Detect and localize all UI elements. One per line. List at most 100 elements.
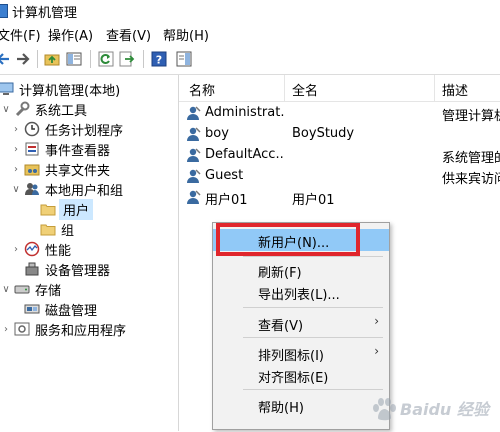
tree-item-label: 本地用户和组 (45, 183, 124, 199)
tree-item-label: 组 (61, 223, 75, 239)
tree-item-shared-folders[interactable]: › 共享文件夹 (10, 159, 110, 179)
back-arrow-icon[interactable] (0, 50, 12, 68)
tree-item-system-tools[interactable]: ∨ 系统工具 (0, 99, 87, 119)
forward-arrow-icon[interactable] (14, 50, 32, 68)
system-tools-icon (14, 101, 30, 117)
tree-item-label: 系统工具 (35, 103, 88, 119)
cell-name: Guest (205, 168, 244, 183)
chevron-right-icon[interactable]: › (10, 144, 22, 155)
tree-item-label: 存储 (35, 283, 62, 299)
menu-item-label: 排列图标(I) (258, 349, 324, 364)
chevron-down-icon[interactable]: ∨ (0, 104, 12, 115)
chevron-right-icon[interactable]: › (10, 124, 22, 135)
menu-bar: 文件(F) 操作(A) 查看(V) 帮助(H) (0, 22, 500, 44)
window-title: 计算机管理 (12, 6, 78, 21)
context-menu-help[interactable]: 帮助(H) (213, 394, 389, 416)
cell-description: 系统管理的 (442, 151, 500, 166)
tree-item-label: 事件查看器 (45, 143, 111, 159)
chevron-right-icon[interactable]: › (10, 164, 22, 175)
chevron-right-icon[interactable]: › (0, 324, 12, 335)
folder-icon (40, 201, 56, 217)
performance-icon (24, 241, 40, 257)
table-row[interactable]: boy BoyStudy (179, 124, 500, 145)
column-divider[interactable] (434, 75, 435, 101)
table-row[interactable]: 用户01 用户01 (179, 187, 500, 208)
context-menu-view[interactable]: 查看(V) › (213, 312, 389, 334)
context-menu-export-list[interactable]: 导出列表(L)... (213, 281, 389, 303)
annotation-highlight-box (216, 223, 360, 256)
context-menu-refresh[interactable]: 刷新(F) (213, 259, 389, 281)
tree-item-groups[interactable]: 组 (26, 219, 74, 239)
cell-name: DefaultAcc... (205, 147, 285, 162)
table-row[interactable]: DefaultAcc... 系统管理的 (179, 145, 500, 166)
menu-view[interactable]: 查看(V) (106, 25, 151, 44)
menu-item-label: 查看(V) (258, 319, 304, 334)
context-menu-align-icons[interactable]: 对齐图标(E) (213, 364, 389, 386)
column-header-description[interactable]: 描述 (442, 80, 468, 99)
export-icon[interactable] (118, 50, 136, 68)
cell-name: 用户01 (205, 193, 248, 208)
toolbar-separator (90, 50, 91, 68)
user-icon (186, 147, 202, 163)
column-header-name[interactable]: 名称 (189, 80, 215, 99)
tree-item-label: 设备管理器 (45, 263, 111, 279)
tree-item-disk-management[interactable]: 磁盘管理 (10, 299, 97, 319)
menu-item-label: 帮助(H) (258, 401, 304, 416)
toolbar: ? (0, 44, 500, 75)
cell-name: boy (205, 126, 229, 141)
user-icon (186, 126, 202, 142)
tree-item-performance[interactable]: › 性能 (10, 239, 71, 259)
action-pane-icon[interactable] (175, 50, 193, 68)
computer-management-icon (0, 81, 14, 97)
tree-item-label: 磁盘管理 (45, 303, 98, 319)
up-folder-icon[interactable] (43, 50, 61, 68)
shared-folder-icon (24, 161, 40, 177)
menu-separator (243, 307, 383, 308)
menu-action[interactable]: 操作(A) (48, 25, 93, 44)
tree-item-local-users-groups[interactable]: ∨ 本地用户和组 (10, 179, 123, 199)
tree-item-label: 用户 (59, 198, 94, 220)
event-viewer-icon (24, 141, 40, 157)
column-divider[interactable] (284, 75, 285, 101)
svg-text:?: ? (156, 54, 162, 67)
cell-description: 供来宾访问 (442, 172, 500, 187)
tree-item-root[interactable]: 计算机管理(本地) (0, 79, 120, 99)
tree-item-storage[interactable]: ∨ 存储 (0, 279, 61, 299)
help-icon[interactable]: ? (150, 50, 168, 68)
submenu-arrow-icon: › (374, 344, 379, 358)
svg-text:Baidu 经验: Baidu 经验 (400, 400, 492, 419)
services-icon (14, 321, 30, 337)
chevron-down-icon[interactable]: ∨ (0, 284, 12, 295)
chevron-right-icon[interactable]: › (10, 244, 22, 255)
tree-item-label: 性能 (45, 243, 72, 259)
baidu-watermark-logo: Baidu 经验 (366, 388, 498, 428)
menu-file[interactable]: 文件(F) (0, 25, 41, 44)
tree-item-services-apps[interactable]: › 服务和应用程序 (0, 319, 126, 339)
table-row[interactable]: Administrat... 管理计算机 (179, 103, 500, 124)
tree-item-label: 服务和应用程序 (35, 323, 127, 339)
menu-item-label: 导出列表(L)... (258, 288, 340, 303)
context-menu-arrange-icons[interactable]: 排列图标(I) › (213, 342, 389, 364)
menu-help[interactable]: 帮助(H) (163, 25, 209, 44)
column-header-fullname[interactable]: 全名 (292, 80, 318, 99)
device-manager-icon (24, 261, 40, 277)
table-row[interactable]: Guest 供来宾访问 (179, 166, 500, 187)
cell-description: 管理计算机 (442, 109, 500, 124)
tree-item-task-scheduler[interactable]: › 任务计划程序 (10, 119, 123, 139)
menu-separator (243, 256, 383, 257)
menu-item-label: 对齐图标(E) (258, 371, 329, 386)
tree-item-device-manager[interactable]: 设备管理器 (10, 259, 110, 279)
refresh-icon[interactable] (97, 50, 115, 68)
tree-item-users[interactable]: 用户 (26, 198, 94, 220)
user-icon (186, 105, 202, 121)
navigation-tree: 计算机管理(本地) ∨ 系统工具 › 任务计划程序 › 事件查看器 › 共享文件… (0, 75, 179, 431)
chevron-down-icon[interactable]: ∨ (10, 184, 22, 195)
list-header: 名称 全名 描述 (179, 75, 500, 102)
submenu-arrow-icon: › (374, 314, 379, 328)
users-group-icon (24, 181, 40, 197)
cell-name: Administrat... (205, 105, 285, 120)
tree-item-label: 共享文件夹 (45, 163, 111, 179)
show-hide-tree-icon[interactable] (65, 50, 83, 68)
tree-item-event-viewer[interactable]: › 事件查看器 (10, 139, 110, 159)
folder-icon (40, 221, 56, 237)
